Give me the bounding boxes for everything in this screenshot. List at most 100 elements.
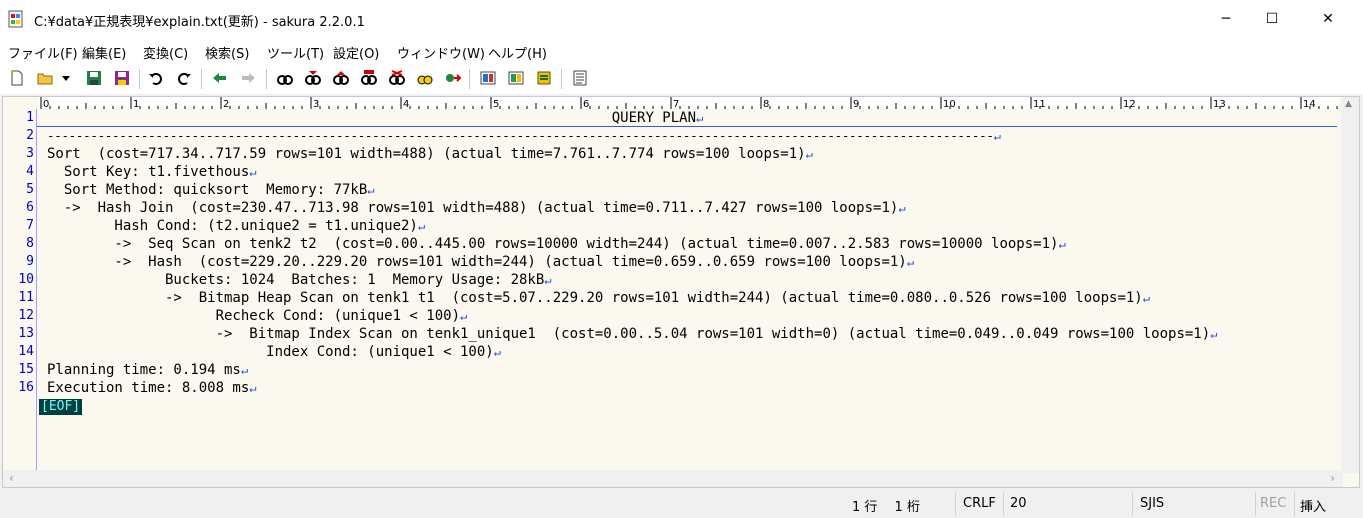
macro-icon[interactable] xyxy=(536,70,552,86)
menu-help[interactable]: ヘルプ(H) xyxy=(488,43,547,62)
menu-file[interactable]: ファイル(F) xyxy=(8,43,78,62)
ruler-label: 5 xyxy=(493,99,499,109)
newline-mark: ↵ xyxy=(460,309,468,323)
ruler-label: 11 xyxy=(1033,99,1046,109)
newline-mark: ↵ xyxy=(1210,327,1218,341)
ruler-label: 4 xyxy=(403,99,409,109)
newline-mark: ↵ xyxy=(696,111,704,125)
text-line: QUERY PLAN↵ xyxy=(47,110,704,126)
text-line: Hash Cond: (t2.unique2 = t1.unique2)↵ xyxy=(47,218,426,234)
line-number: 2 xyxy=(26,128,34,143)
menu-window[interactable]: ウィンドウ(W) xyxy=(397,43,485,62)
ruler-label: 1 xyxy=(133,99,139,109)
save-all-icon[interactable] xyxy=(114,70,130,86)
replace-icon[interactable] xyxy=(361,70,377,86)
column-ruler: 0 1 2 3 4 5 6 7 8 9 10 11 12 13 14 xyxy=(39,97,1339,109)
scroll-left-icon[interactable]: ‹ xyxy=(9,471,14,485)
newline-mark: ↵ xyxy=(544,273,552,287)
redo-icon[interactable] xyxy=(176,70,192,86)
vertical-scrollbar[interactable]: ▲ xyxy=(1341,97,1359,473)
ruler-label: 2 xyxy=(223,99,229,109)
status-separator xyxy=(1255,492,1256,516)
grep-icon[interactable] xyxy=(417,70,433,86)
menu-convert[interactable]: 変換(C) xyxy=(143,43,188,62)
newline-mark: ↵ xyxy=(240,363,249,377)
clear-mark-icon[interactable] xyxy=(389,70,405,86)
open-folder-icon[interactable] xyxy=(37,70,53,86)
ruler-label: 9 xyxy=(853,99,859,109)
toolbar-separator xyxy=(469,69,470,89)
menu-settings[interactable]: 設定(O) xyxy=(333,43,379,62)
line-number: 7 xyxy=(26,218,34,233)
line-number: 16 xyxy=(18,380,34,395)
compare-icon[interactable] xyxy=(508,70,524,86)
ruler-label: 7 xyxy=(673,99,679,109)
line-number: 5 xyxy=(26,182,34,197)
line-ending[interactable]: CRLF xyxy=(963,496,996,511)
settings-list-icon[interactable] xyxy=(572,70,588,86)
text-line: -> Bitmap Heap Scan on tenk1 t1 (cost=5.… xyxy=(47,290,1150,306)
line-number: 12 xyxy=(18,308,34,323)
close-button[interactable]: ✕ xyxy=(1305,0,1351,38)
newline-mark: ↵ xyxy=(493,345,501,359)
ruler-label: 0 xyxy=(43,99,49,109)
editor-area[interactable]: 0 1 2 3 4 5 6 7 8 9 10 11 12 13 14 1 2 3 4 5 6 7 8 9 1… xyxy=(2,96,1360,488)
newline-mark: ↵ xyxy=(417,219,426,233)
save-icon[interactable] xyxy=(86,70,102,86)
newline-mark: ↵ xyxy=(249,165,257,179)
line-number: 13 xyxy=(18,326,34,341)
status-separator xyxy=(1294,492,1295,516)
newline-mark: ↵ xyxy=(1058,237,1066,251)
horizontal-scrollbar[interactable]: ‹ › xyxy=(3,470,1343,487)
ruler-label: 6 xyxy=(583,99,589,109)
outline-icon[interactable] xyxy=(480,70,496,86)
scroll-up-icon[interactable]: ▲ xyxy=(1345,99,1352,109)
jump-back-icon[interactable] xyxy=(212,70,228,86)
text-line: Recheck Cond: (unique1 < 100)↵ xyxy=(47,308,468,324)
text-line: Planning time: 0.194 ms↵ xyxy=(47,362,249,378)
ruler-label: 3 xyxy=(313,99,319,109)
maximize-button[interactable]: ☐ xyxy=(1249,0,1295,38)
search-next-icon[interactable] xyxy=(305,70,321,86)
menu-edit[interactable]: 編集(E) xyxy=(82,43,126,62)
newline-mark: ↵ xyxy=(1142,291,1150,305)
ruler-label: 13 xyxy=(1213,99,1226,109)
line-number-gutter: 1 2 3 4 5 6 7 8 9 10 11 12 13 14 15 16 xyxy=(3,109,36,473)
window-title: C:¥data¥正規表現¥explain.txt(更新) - sakura 2.… xyxy=(34,15,365,30)
line-number: 4 xyxy=(26,164,34,179)
encoding[interactable]: SJIS xyxy=(1140,496,1164,511)
jump-forward-icon[interactable] xyxy=(240,70,256,86)
toolbar-separator xyxy=(201,69,202,89)
menu-search[interactable]: 検索(S) xyxy=(205,43,249,62)
status-bar: 1 行 1 桁 CRLF 20 SJIS REC 挿入 xyxy=(0,490,1363,518)
tag-jump-icon[interactable] xyxy=(445,70,461,86)
text-line: Sort (cost=717.34..717.59 rows=101 width… xyxy=(47,146,813,162)
text-line: Sort Key: t1.fivethous↵ xyxy=(47,164,257,180)
line-number: 6 xyxy=(26,200,34,215)
text-line: ----------------------------------------… xyxy=(47,128,1001,143)
status-separator xyxy=(1132,492,1133,516)
newline-mark: ↵ xyxy=(367,183,375,197)
menu-tools[interactable]: ツール(T) xyxy=(267,43,324,62)
toolbar-separator xyxy=(139,69,140,89)
text-line: -> Hash (cost=229.20..229.20 rows=101 wi… xyxy=(47,254,914,270)
insert-mode[interactable]: 挿入 xyxy=(1300,496,1326,515)
search-icon[interactable] xyxy=(277,70,293,86)
line-number: 11 xyxy=(18,290,34,305)
new-file-icon[interactable] xyxy=(9,70,25,86)
newline-mark: ↵ xyxy=(249,381,257,395)
macro-record-indicator: REC xyxy=(1260,496,1287,511)
search-prev-icon[interactable] xyxy=(333,70,349,86)
line-number: 15 xyxy=(18,362,34,377)
text-line: -> Seq Scan on tenk2 t2 (cost=0.00..445.… xyxy=(47,236,1066,252)
text-line: Sort Method: quicksort Memory: 77kB↵ xyxy=(47,182,375,198)
ruler-label: 12 xyxy=(1123,99,1136,109)
undo-icon[interactable] xyxy=(148,70,164,86)
app-icon xyxy=(8,10,23,28)
open-dropdown-icon[interactable] xyxy=(60,70,72,86)
line-number: 9 xyxy=(26,254,34,269)
toolbar-separator xyxy=(561,69,562,89)
minimize-button[interactable]: ─ xyxy=(1203,0,1249,38)
menu-bar: ファイル(F) 編集(E) 変換(C) 検索(S) ツール(T) 設定(O) ウ… xyxy=(0,38,1363,64)
scroll-right-icon[interactable]: › xyxy=(1330,471,1335,485)
